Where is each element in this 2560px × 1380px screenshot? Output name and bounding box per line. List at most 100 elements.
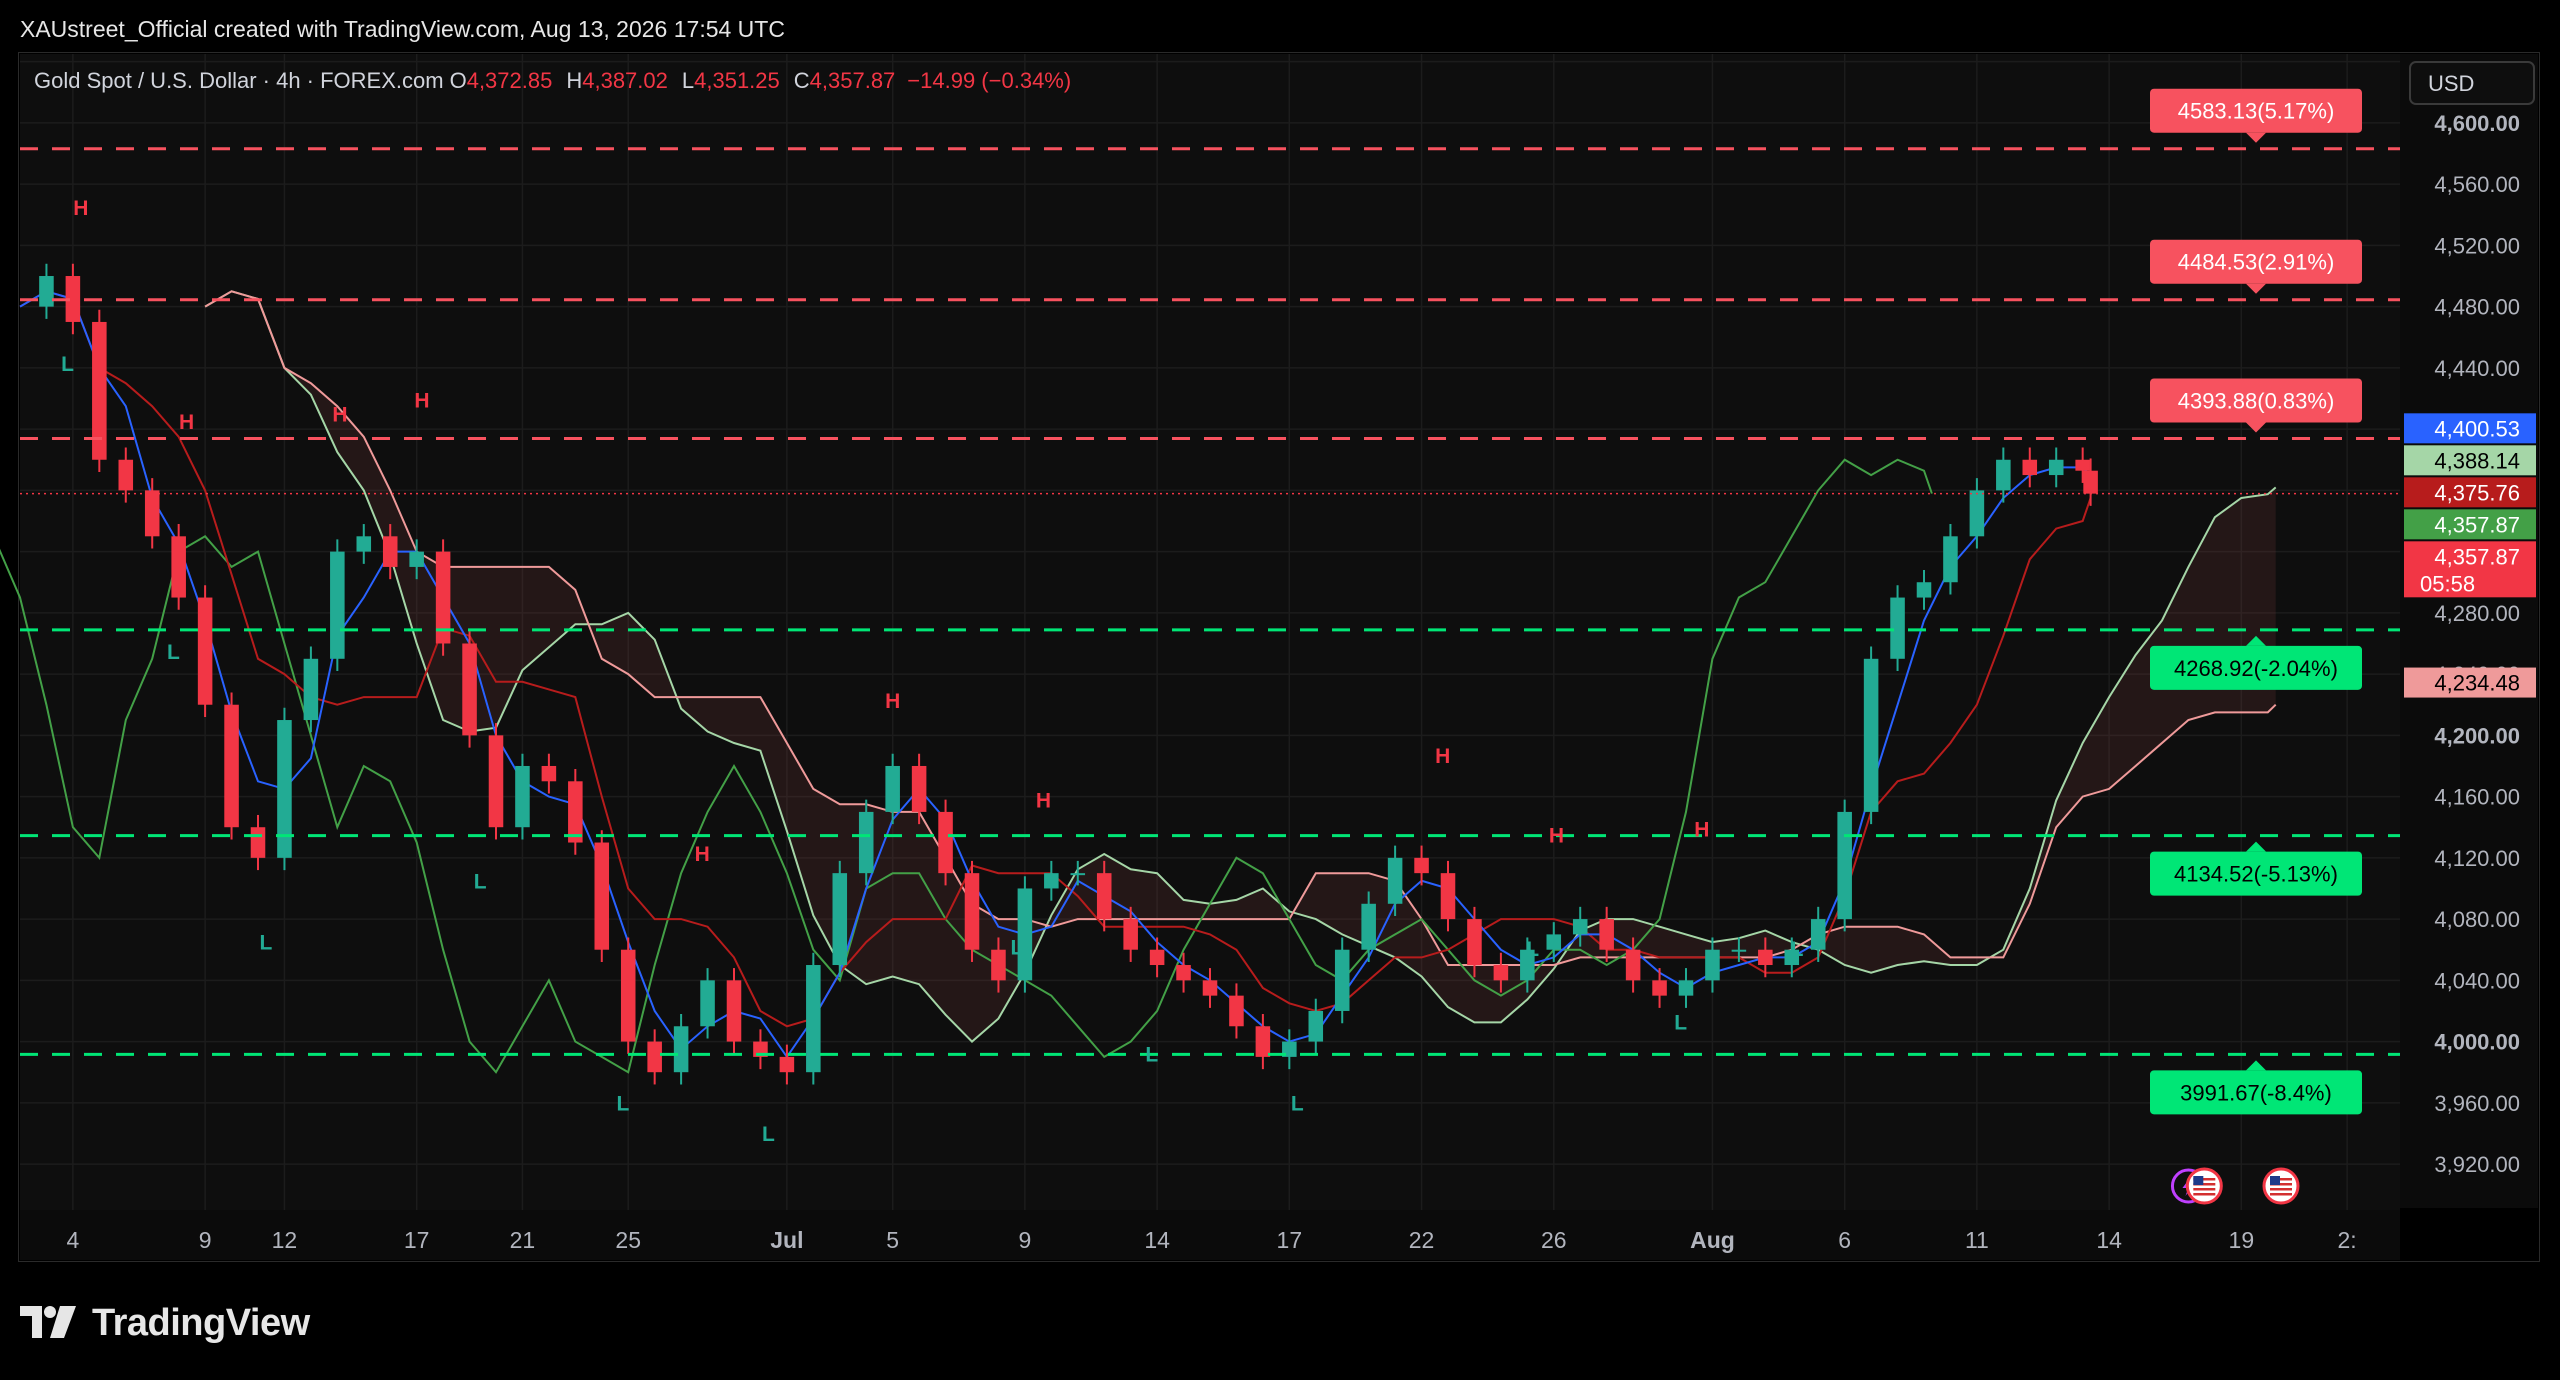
us-flag-icon-ring [2185,1167,2223,1205]
candle-body [330,551,345,659]
us-flag-icon[interactable] [2262,1167,2300,1205]
x-tick-label: 21 [510,1227,536,1253]
y-tick-label: 4,000.00 [2434,1030,2520,1055]
candle-body [197,597,213,705]
candle-body [700,980,715,1027]
x-tick-label: 4 [66,1227,79,1253]
x-tick-label: 12 [272,1227,298,1253]
candle [568,769,583,855]
candle-body [2083,470,2098,494]
candle-body [488,735,504,828]
candle-body [673,1026,689,1073]
swing-low-label: L [474,870,487,893]
candle-body [647,1041,662,1073]
price-tag-value: 4,375.76 [2434,480,2520,505]
candle-body [779,1056,795,1073]
swing-low-label: L [1526,938,1539,961]
candle [462,631,477,748]
candle-body [515,765,530,828]
candle-body [1176,965,1191,981]
plot-area[interactable] [20,54,2400,1210]
currency-button[interactable]: USD [2409,61,2535,105]
candle-body [1890,597,1905,659]
candle-body [2075,459,2090,471]
price-tag: 4,357.8705:58 [2404,541,2536,598]
candle-body [911,765,927,812]
currency-button-label: USD [2428,71,2474,96]
level-tag-label: 4393.88(0.83%) [2178,388,2335,413]
y-tick-label: 4,440.00 [2434,356,2520,381]
swing-low-label: L [61,353,74,376]
y-tick-label: 4,160.00 [2434,785,2520,810]
x-tick-label: 11 [1965,1227,1989,1253]
candle [435,539,451,656]
price-chart[interactable]: Gold Spot / U.S. Dollar · 4h · FOREX.com… [0,0,2560,1270]
candle-body [1361,903,1376,950]
candle-body [991,949,1006,981]
y-tick-label: 4,040.00 [2434,968,2520,993]
candle-body [1017,888,1033,981]
y-tick-label: 4,280.00 [2434,601,2520,626]
tradingview-logo[interactable]: TradingView [20,1298,340,1348]
candle [330,539,345,672]
x-tick-label: 17 [404,1227,430,1253]
candle [277,707,292,871]
candle-body [1149,949,1165,966]
price-tag: 4,388.14 [2404,445,2536,476]
candle-body [1044,873,1059,889]
candle [303,646,319,733]
x-tick-label: 26 [1541,1227,1567,1253]
candle-body [1255,1026,1271,1057]
swing-low-label: L [260,932,273,955]
level-tag-label: 4268.92(-2.04%) [2174,656,2338,681]
candle [515,753,530,840]
us-flag-canton [2270,1176,2280,1185]
tradingview-brand-text: TradingView [92,1302,310,1344]
candle-body [1202,980,1218,996]
candle-body [2022,459,2038,476]
swing-low-label: L [167,641,180,664]
price-tag-value: 4,357.87 [2434,544,2520,569]
swing-high-label: H [179,411,194,434]
swing-low-label: L [617,1092,630,1115]
x-tick-label: 14 [1144,1227,1170,1253]
price-tag: 4,400.53 [2404,413,2536,444]
us-flag-stripe [2193,1193,2216,1196]
x-tick-label: Jul [770,1227,803,1253]
candle-body [1229,995,1244,1027]
price-tag: 4,375.76 [2404,477,2536,508]
candle [832,860,848,978]
us-flag-canton [2193,1176,2204,1185]
candle-body [1678,980,1694,996]
time-axis[interactable] [20,1210,2400,1260]
candle-body [39,276,54,307]
candle-body [1996,459,2011,491]
y-tick-label: 4,200.00 [2434,723,2520,748]
swing-high-label: H [885,690,900,713]
us-flag-icon[interactable] [2185,1167,2223,1205]
y-tick-label: 4,600.00 [2434,111,2520,136]
price-tag-value: 4,388.14 [2434,448,2520,473]
candle-body [1810,919,1826,950]
candle-body [620,949,636,1042]
price-tag-value: 4,357.87 [2434,512,2520,537]
x-tick-label: 9 [1018,1227,1031,1253]
legend-close-label: C [794,68,810,93]
tradingview-logo-icon [20,1306,76,1338]
candle-body [1096,873,1112,920]
candle-body [224,704,239,828]
price-tag: 4,357.87 [2404,509,2536,540]
legend-high-value: 4,387.02 [582,68,668,93]
level-tag-label: 4583.13(5.17%) [2178,99,2335,124]
candle-body [1123,919,1138,950]
x-tick-label: 17 [1277,1227,1303,1253]
candle-body [1837,811,1852,920]
candle-body [594,842,610,950]
price-tag-value: 4,234.48 [2434,671,2520,696]
candle-body [1546,934,1562,950]
candle-body [250,827,266,858]
candle [1334,937,1350,1024]
price-tag-countdown: 05:58 [2420,571,2475,596]
x-tick-label: 6 [1838,1227,1851,1253]
candle-body [1625,949,1641,981]
